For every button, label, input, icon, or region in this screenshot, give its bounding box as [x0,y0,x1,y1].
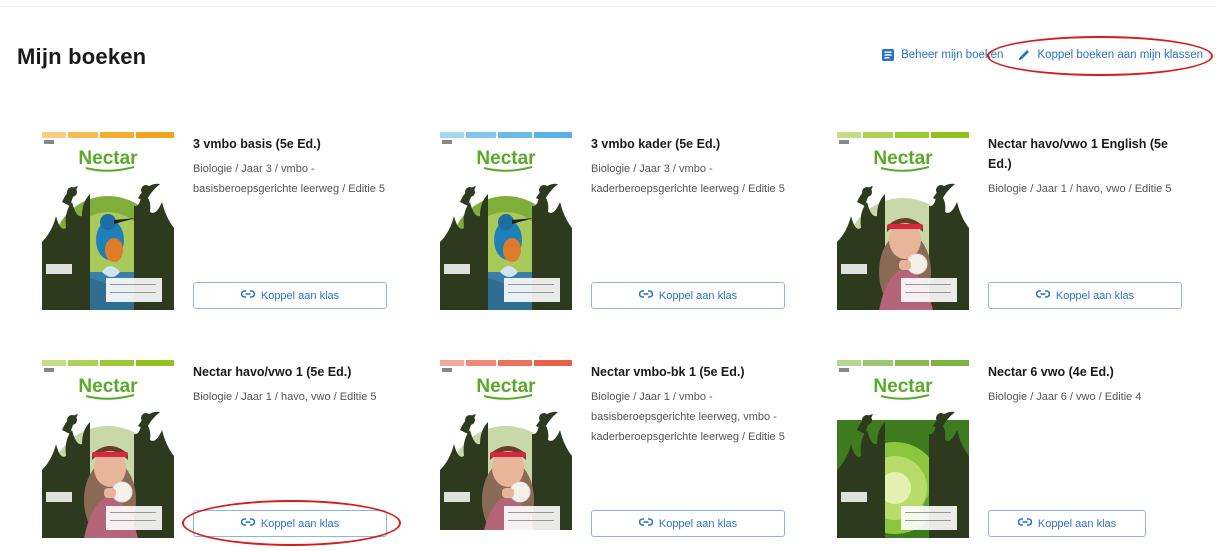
link-to-class-label: Koppel aan klas [1055,289,1135,302]
svg-text:Nectar: Nectar [873,376,933,397]
page-title: Mijn boeken [17,44,147,69]
book-info: 3 vmbo kader (5e Ed.) Biologie / Jaar 3 /… [591,134,791,199]
book-description: Biologie / Jaar 1 / havo, vwo / Editie 5 [988,183,1172,195]
link-books-label: Koppel boeken aan mijn klassen [1037,49,1203,61]
link-icon [638,517,654,530]
book-cover-image[interactable]: Nectar [42,360,174,538]
header-actions: Beheer mijn boeken Koppel boeken aan mij… [881,36,1214,76]
pencil-icon [1017,48,1031,62]
top-divider [0,6,1217,7]
book-title: 3 vmbo kader (5e Ed.) [591,137,721,151]
book-description: Biologie / Jaar 1 / vmbo - basisberoepsg… [591,391,785,443]
book-description: Biologie / Jaar 3 / vmbo - kaderberoepsg… [591,163,785,195]
manage-books-label: Beheer mijn boeken [901,49,1004,61]
link-to-class-button[interactable]: Koppel aan klas [193,510,387,537]
book-card: Nectar 3 vmbo basis (5e Ed.) Biologie / J… [42,132,392,310]
book-cover-image[interactable]: Nectar [440,132,572,310]
book-list-icon [881,48,895,62]
book-card: Nectar Nectar havo/vwo 1 English (5e Ed.… [837,132,1187,310]
svg-text:Nectar: Nectar [476,148,536,169]
book-info: Nectar 6 vwo (4e Ed.) Biologie / Jaar 6 /… [988,362,1188,407]
book-description: Biologie / Jaar 1 / havo, vwo / Editie 5 [193,391,377,403]
book-cover-image[interactable]: Nectar [837,132,969,310]
book-title: Nectar vmbo-bk 1 (5e Ed.) [591,365,745,379]
book-cover-image[interactable]: Nectar [42,132,174,310]
link-books-to-classes-link[interactable]: Koppel boeken aan mijn klassen [987,36,1214,76]
svg-text:Nectar: Nectar [873,148,933,169]
link-to-class-label: Koppel aan klas [260,517,340,530]
link-to-class-button[interactable]: Koppel aan klas [988,282,1182,309]
link-icon [240,289,256,302]
link-icon [1017,517,1033,530]
book-info: Nectar vmbo-bk 1 (5e Ed.) Biologie / Jaar… [591,362,791,447]
svg-text:Nectar: Nectar [476,376,536,397]
book-card: Nectar Nectar 6 vwo (4e Ed.) Biologie / J… [837,360,1187,538]
book-card: Nectar 3 vmbo kader (5e Ed.) Biologie / J… [440,132,790,310]
link-to-class-button[interactable]: Koppel aan klas [591,282,785,309]
link-to-class-label: Koppel aan klas [658,289,738,302]
book-info: Nectar havo/vwo 1 (5e Ed.) Biologie / Jaa… [193,362,393,407]
link-to-class-button[interactable]: Koppel aan klas [988,510,1146,537]
manage-books-link[interactable]: Beheer mijn boeken [881,48,1003,62]
link-icon [1035,289,1051,302]
book-card: Nectar Nectar havo/vwo 1 (5e Ed.) Biologi… [42,360,401,546]
book-card: Nectar Nectar vmbo-bk 1 (5e Ed.) Biologie… [440,360,790,538]
svg-text:Nectar: Nectar [78,376,138,397]
book-title: Nectar havo/vwo 1 (5e Ed.) [193,365,352,379]
link-to-class-label: Koppel aan klas [658,517,738,530]
link-to-class-label: Koppel aan klas [260,289,340,302]
book-title: 3 vmbo basis (5e Ed.) [193,137,321,151]
book-description: Biologie / Jaar 6 / vwo / Editie 4 [988,391,1142,403]
book-info: 3 vmbo basis (5e Ed.) Biologie / Jaar 3 /… [193,134,393,199]
book-title: Nectar 6 vwo (4e Ed.) [988,365,1114,379]
book-cover-image[interactable]: Nectar [440,360,572,530]
link-to-class-label: Koppel aan klas [1037,517,1117,530]
book-title: Nectar havo/vwo 1 English (5e Ed.) [988,137,1168,171]
link-icon [240,517,256,530]
link-to-class-button[interactable]: Koppel aan klas [193,282,387,309]
book-cover-image[interactable]: Nectar [837,360,969,538]
book-description: Biologie / Jaar 3 / vmbo - basisberoepsg… [193,163,386,195]
book-info: Nectar havo/vwo 1 English (5e Ed.) Biolog… [988,134,1188,199]
link-to-class-button[interactable]: Koppel aan klas [591,510,785,537]
link-icon [638,289,654,302]
svg-text:Nectar: Nectar [78,148,138,169]
